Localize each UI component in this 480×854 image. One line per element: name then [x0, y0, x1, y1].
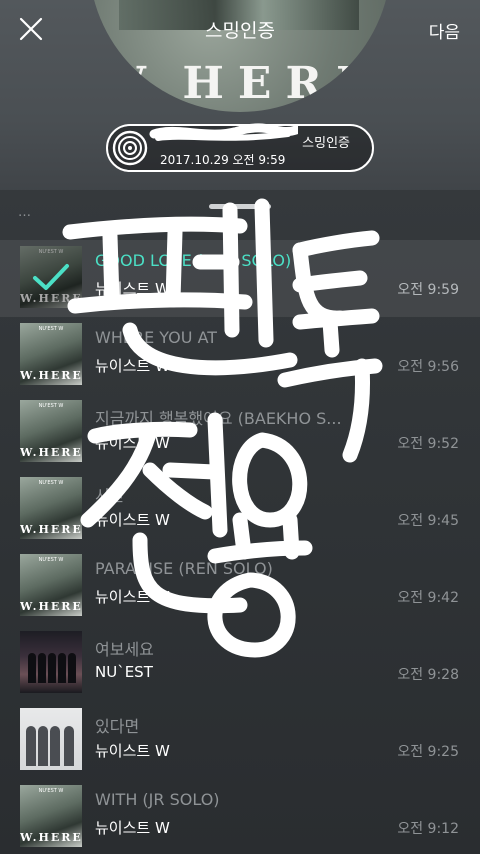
album-thumbnail: NU'EST W W.HERE	[20, 554, 82, 616]
song-list: NU'EST W W.HERE GOOD LOVE (REN SOLO) 뉴이스트 W…	[0, 240, 480, 854]
thumbnail-small-text: NU'EST W	[38, 480, 64, 486]
album-thumbnail: NU'EST W W.HERE	[20, 323, 82, 385]
thumbnail-small-text: NU'EST W	[38, 788, 64, 794]
song-title: WHERE YOU AT	[95, 328, 218, 347]
song-artist: 뉴이스트 W	[95, 742, 170, 760]
song-artist: 뉴이스트 W	[95, 280, 170, 298]
song-artist: 뉴이스트 W	[95, 357, 170, 375]
now-playing-overlay	[20, 246, 82, 308]
album-thumbnail: NU'EST W W.HERE	[20, 785, 82, 847]
thumbnail-wordmark: W.HERE	[20, 523, 82, 536]
album-thumbnail	[20, 631, 82, 693]
member-figure	[68, 653, 76, 683]
thumbnail-small-text: NU'EST W	[38, 326, 64, 332]
song-row[interactable]: 있다면뉴이스트 W 오전 9:25	[0, 702, 480, 779]
song-title: 시간	[95, 486, 125, 505]
member-figure	[26, 726, 36, 766]
album-thumbnail: NU'EST W W.HERE	[20, 477, 82, 539]
play-time: 오전 9:28	[397, 667, 459, 683]
song-row[interactable]: NU'EST W W.HERE 지금까지 행복했어요 (BAEKHO S... 뉴이스…	[0, 394, 480, 471]
song-artist: 뉴이스트 W	[95, 434, 170, 452]
album-thumbnail	[20, 708, 82, 770]
play-time: 오전 9:56	[397, 359, 459, 375]
album-thumbnail: NU'EST W W.HERE	[20, 400, 82, 462]
song-row[interactable]: NU'EST W W.HERE 시간뉴이스트 W 오전 9:45	[0, 471, 480, 548]
partial-list-text: …	[18, 209, 31, 220]
play-time: 오전 9:45	[397, 513, 459, 529]
play-time: 오전 9:59	[397, 282, 459, 298]
song-title: PARADISE (REN SOLO)	[95, 559, 273, 578]
thumbnail-small-text: NU'EST W	[38, 557, 64, 563]
song-title: 있다면	[95, 717, 140, 736]
song-row[interactable]: NU'EST W W.HERE WHERE YOU AT 뉴이스트 W 오전 9:56	[0, 317, 480, 394]
page-title: 스밍인증	[205, 20, 275, 42]
streaming-proof-badge: 스밍인증 2017.10.29 오전 9:59	[106, 123, 374, 172]
badge-datetime: 2017.10.29 오전 9:59	[160, 153, 286, 167]
vinyl-record-icon	[112, 130, 148, 166]
song-row[interactable]: NU'EST W W.HERE WITH (JR SOLO) 뉴이스트 W 오전 9:1…	[0, 779, 480, 854]
thumbnail-wordmark: W.HERE	[20, 831, 82, 844]
play-time: 오전 9:25	[397, 744, 459, 760]
song-artist: 뉴이스트 W	[95, 588, 170, 606]
song-artist: 뉴이스트 W	[95, 819, 170, 837]
play-time: 오전 9:52	[397, 436, 459, 452]
member-figure	[48, 653, 56, 683]
song-artist: NU`EST	[95, 663, 153, 681]
play-time: 오전 9:12	[397, 821, 459, 837]
member-figure	[64, 726, 74, 766]
badge-title: 스밍인증	[302, 136, 350, 151]
member-figure	[58, 653, 66, 683]
thumbnail-wordmark: W.HERE	[20, 600, 82, 613]
member-figure	[50, 726, 60, 766]
song-row[interactable]: NU'EST W W.HERE GOOD LOVE (REN SOLO) 뉴이스트 W…	[0, 240, 480, 317]
song-title: 여보세요	[95, 640, 154, 659]
check-icon	[33, 264, 69, 290]
thumbnail-wordmark: W.HERE	[20, 369, 82, 382]
song-artist: 뉴이스트 W	[95, 511, 170, 529]
thumbnail-wordmark: W.HERE	[20, 446, 82, 459]
song-row[interactable]: 여보세요 NU`EST 오전 9:28	[0, 625, 480, 702]
thumbnail-small-text: NU'EST W	[38, 403, 64, 409]
song-title: WITH (JR SOLO)	[95, 790, 220, 809]
song-title: 지금까지 행복했어요 (BAEKHO S...	[95, 409, 342, 428]
member-figure	[38, 726, 48, 766]
song-row[interactable]: NU'EST W W.HERE PARADISE (REN SOLO) 뉴이스트 W 오…	[0, 548, 480, 625]
member-figure	[38, 653, 46, 683]
album-wordmark: W.HERE	[96, 58, 384, 109]
member-figure	[28, 653, 36, 683]
play-time: 오전 9:42	[397, 590, 459, 606]
redaction-scribble	[149, 123, 298, 141]
song-title: GOOD LOVE (REN SOLO)	[95, 251, 292, 270]
